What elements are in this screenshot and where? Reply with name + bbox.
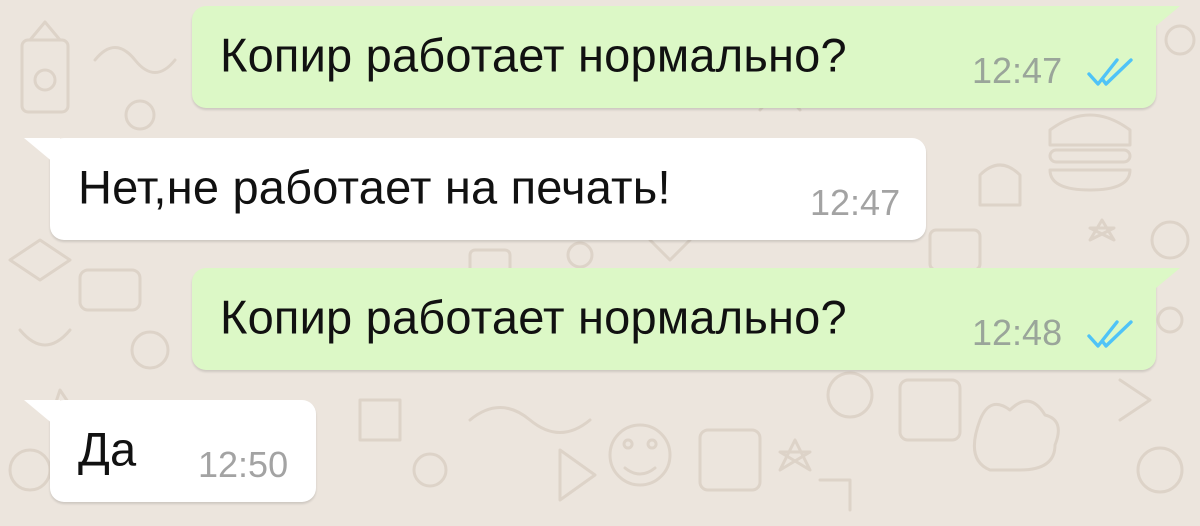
bubble-tail <box>24 138 60 168</box>
message-timestamp: 12:50 <box>198 444 289 485</box>
message-incoming[interactable]: Да 12:50 <box>24 400 316 502</box>
bubble-tail <box>1144 6 1180 36</box>
bubble-tail <box>1144 268 1180 298</box>
message-outgoing[interactable]: Копир работает нормально? 12:47 <box>192 6 1180 108</box>
double-check-read-icon <box>1087 56 1133 88</box>
message-timestamp: 12:48 <box>972 312 1063 353</box>
message-timestamp: 12:47 <box>972 50 1063 91</box>
message-text: Да <box>78 422 137 476</box>
message-text: Копир работает нормально? <box>220 28 847 82</box>
double-check-read-icon <box>1087 318 1133 350</box>
message-timestamp: 12:47 <box>810 182 901 223</box>
message-text: Копир работает нормально? <box>220 290 847 344</box>
message-incoming[interactable]: Нет,не работает на печать! 12:47 <box>24 138 926 240</box>
message-outgoing[interactable]: Копир работает нормально? 12:48 <box>192 268 1180 370</box>
message-text: Нет,не работает на печать! <box>78 160 671 214</box>
bubble-tail <box>24 400 60 430</box>
